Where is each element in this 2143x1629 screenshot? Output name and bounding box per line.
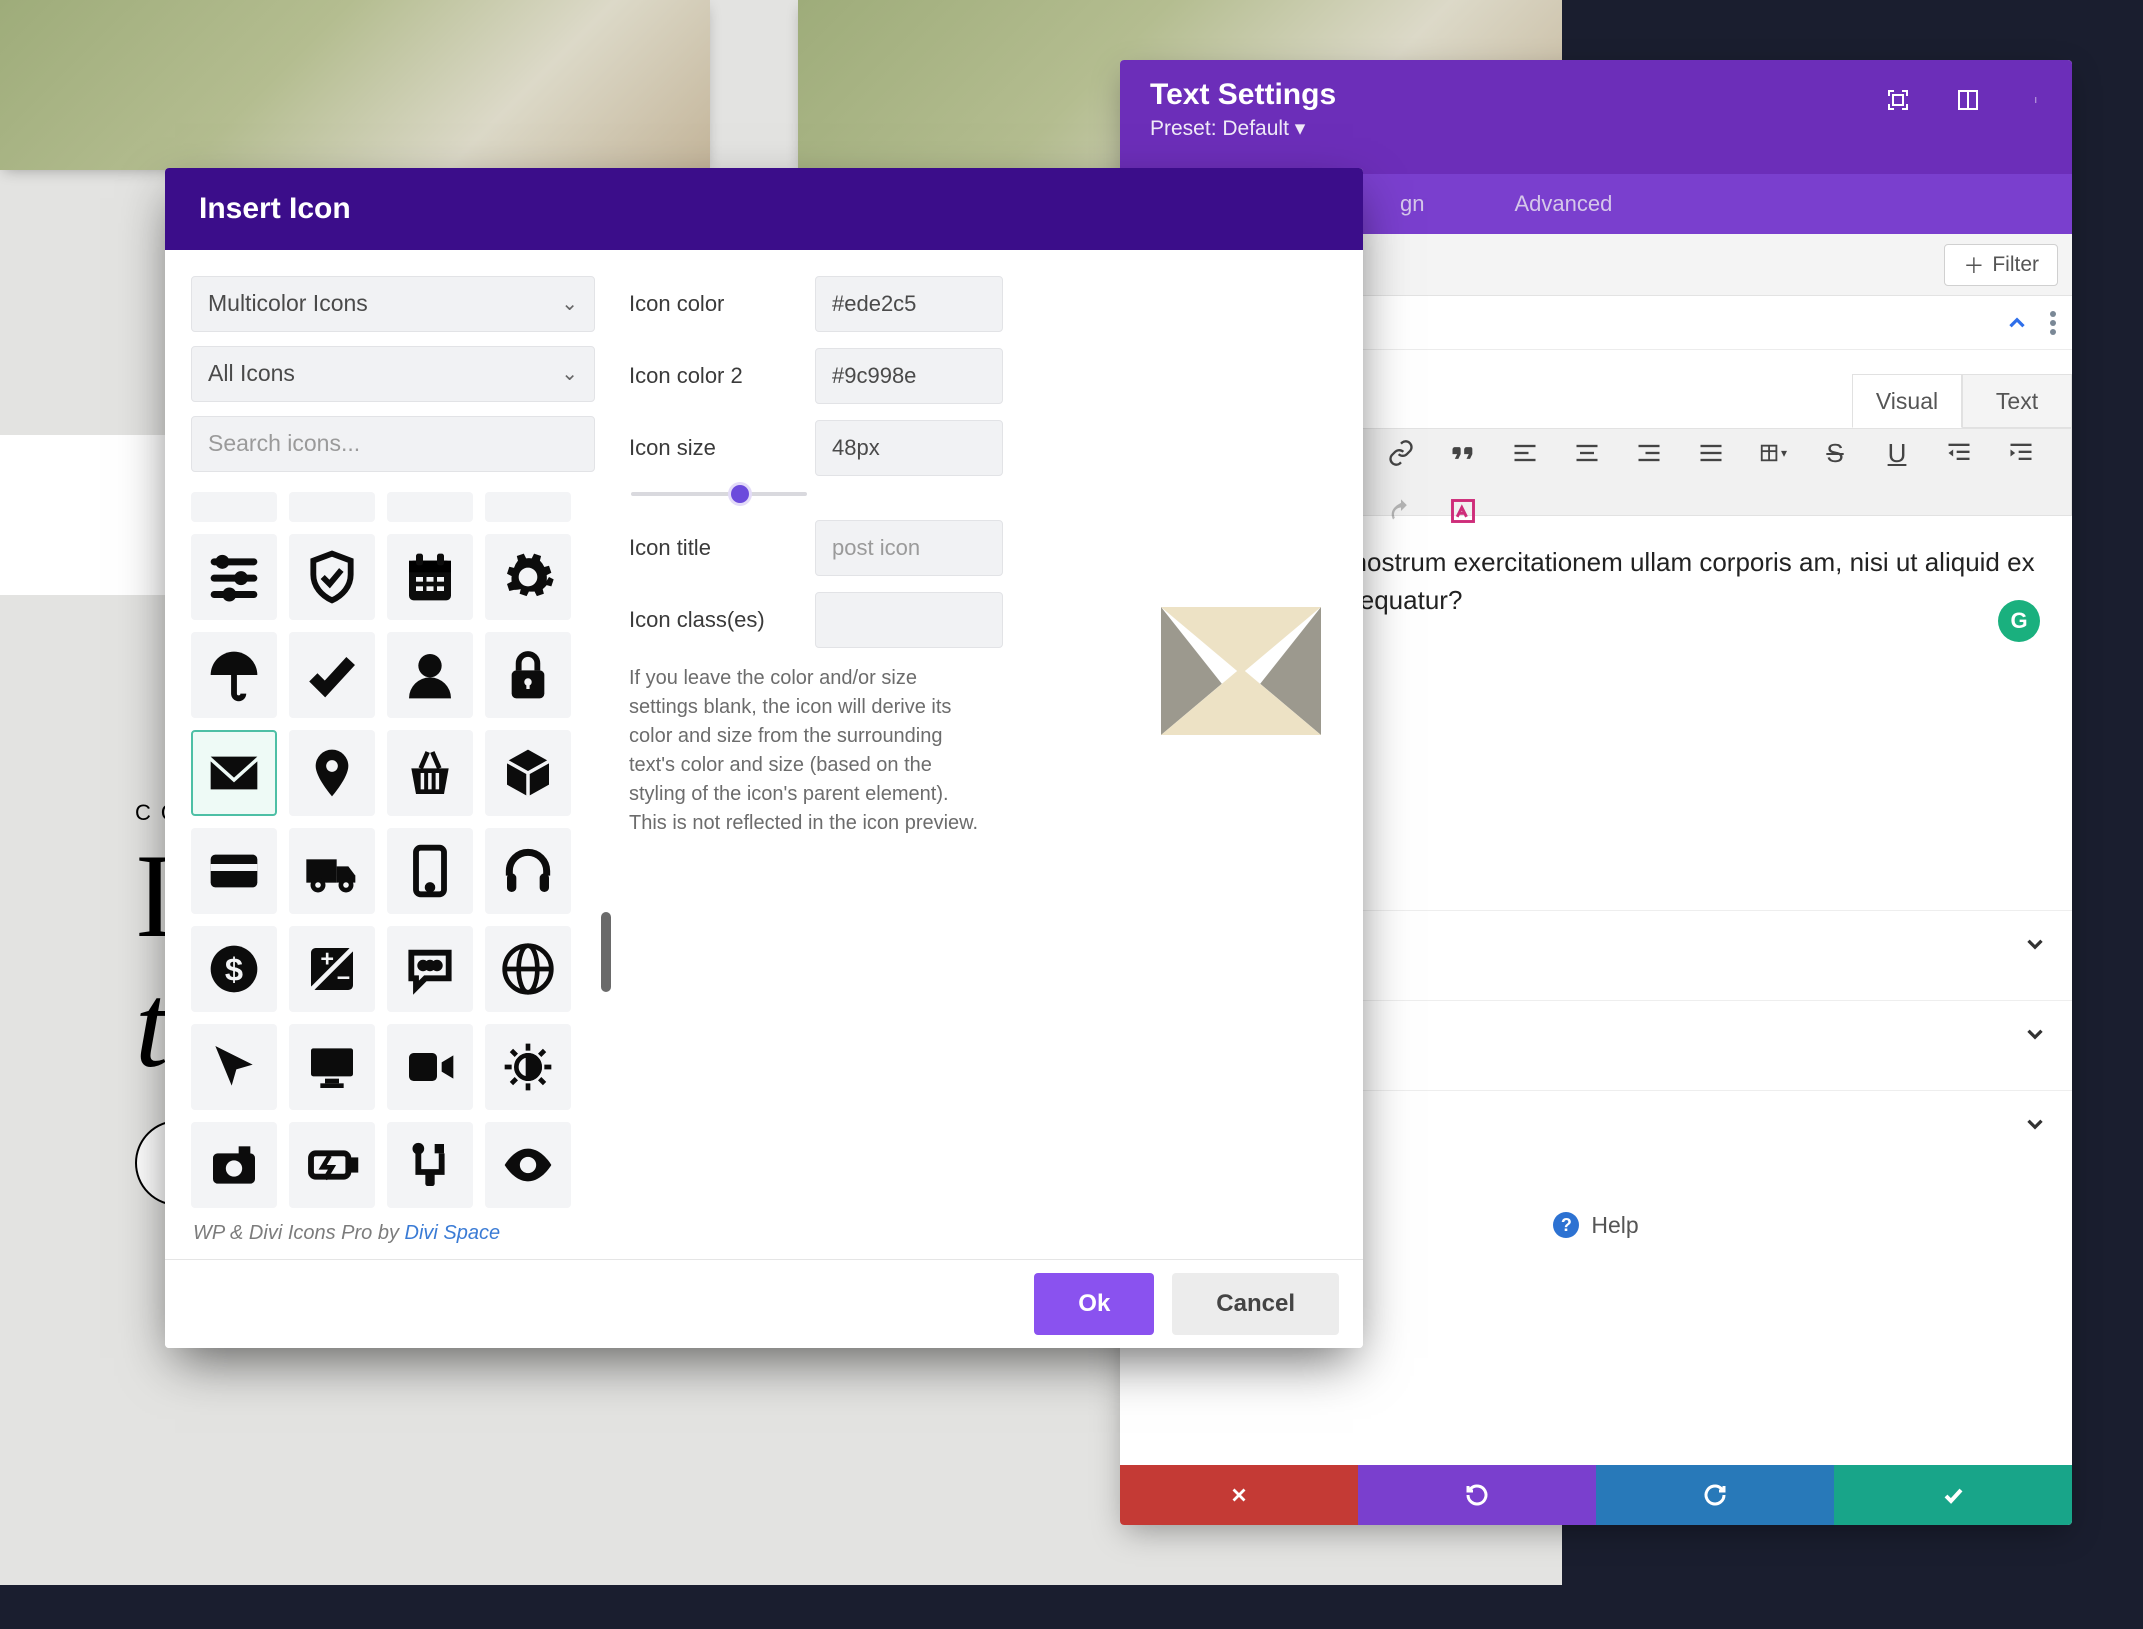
brightness-icon[interactable] [485,1024,571,1110]
icon-color-value: #ede2c5 [832,291,916,317]
camera-icon[interactable] [191,1122,277,1208]
chat-icon[interactable] [387,926,473,1012]
user-icon[interactable] [387,632,473,718]
modal-overlay: Insert Icon Multicolor Icons ⌄ All Icons… [0,0,2143,1629]
icon-size-label: Icon size [629,435,797,461]
modal-right-column: Icon color #ede2c5 Icon color 2 #9c998e … [629,276,1337,1208]
cursor-icon[interactable] [191,1024,277,1110]
umbrella-icon[interactable] [191,632,277,718]
cancel-button[interactable]: Cancel [1172,1273,1339,1335]
icon-cell-partial[interactable] [387,492,473,522]
ok-button[interactable]: Ok [1034,1273,1154,1335]
icon-category-select[interactable]: All Icons ⌄ [191,346,595,402]
usb-icon[interactable] [387,1122,473,1208]
monitor-icon[interactable] [289,1024,375,1110]
icon-style-value: Multicolor Icons [208,290,368,317]
slider-handle[interactable] [731,485,749,503]
icon-grid-scroll[interactable]: $ +− [191,492,595,1208]
modal-footer: Ok Cancel [165,1259,1363,1348]
icon-classes-input[interactable] [815,592,1003,648]
icon-color2-value: #9c998e [832,363,916,389]
icon-classes-label: Icon class(es) [629,607,797,633]
icon-size-slider[interactable] [631,492,807,496]
icon-preview [1161,606,1321,736]
icon-hint-text: If you leave the color and/or size setti… [629,664,989,838]
tablet-icon[interactable] [387,828,473,914]
icon-search-input[interactable]: Search icons... [191,416,595,472]
globe-icon[interactable] [485,926,571,1012]
icon-category-value: All Icons [208,360,295,387]
exposure-icon[interactable]: +− [289,926,375,1012]
icon-grid: $ +− [191,492,595,1208]
insert-icon-modal: Insert Icon Multicolor Icons ⌄ All Icons… [165,168,1363,1348]
lock-icon[interactable] [485,632,571,718]
credits-prefix: WP & Divi Icons Pro by [193,1222,405,1244]
map-pin-icon[interactable] [289,730,375,816]
battery-charge-icon[interactable] [289,1122,375,1208]
icon-color-input[interactable]: #ede2c5 [815,276,1003,332]
icon-cell-partial[interactable] [485,492,571,522]
truck-icon[interactable] [289,828,375,914]
dollar-circle-icon[interactable]: $ [191,926,277,1012]
icon-style-select[interactable]: Multicolor Icons ⌄ [191,276,595,332]
shield-check-icon[interactable] [289,534,375,620]
modal-left-column: Multicolor Icons ⌄ All Icons ⌄ Search ic… [191,276,595,1208]
headphones-icon[interactable] [485,828,571,914]
sliders-icon[interactable] [191,534,277,620]
gear-icon[interactable] [485,534,571,620]
icon-cell-partial[interactable] [191,492,277,522]
credit-card-icon[interactable] [191,828,277,914]
icon-title-input[interactable]: post icon [815,520,1003,576]
mail-preview-icon [1161,606,1321,736]
chevron-down-icon: ⌄ [561,291,578,316]
eye-icon[interactable] [485,1122,571,1208]
calendar-icon[interactable] [387,534,473,620]
modal-title: Insert Icon [165,168,1363,250]
svg-text:$: $ [225,950,243,987]
mail-icon[interactable] [191,730,277,816]
icon-title-label: Icon title [629,535,797,561]
icon-size-input[interactable]: 48px [815,420,1003,476]
svg-text:−: − [337,964,351,990]
svg-text:+: + [320,945,334,971]
package-icon[interactable] [485,730,571,816]
icon-color-label: Icon color [629,291,797,317]
video-icon[interactable] [387,1024,473,1110]
icon-title-value: post icon [832,535,920,561]
chevron-down-icon: ⌄ [561,361,578,386]
credits-link[interactable]: Divi Space [405,1222,501,1244]
icon-cell-partial[interactable] [289,492,375,522]
icon-color2-input[interactable]: #9c998e [815,348,1003,404]
icon-color2-label: Icon color 2 [629,363,797,389]
icon-size-value: 48px [832,435,880,461]
check-icon[interactable] [289,632,375,718]
scrollbar-thumb[interactable] [601,912,611,992]
icon-search-placeholder: Search icons... [208,430,360,457]
modal-credits: WP & Divi Icons Pro by Divi Space [165,1220,1363,1259]
basket-icon[interactable] [387,730,473,816]
